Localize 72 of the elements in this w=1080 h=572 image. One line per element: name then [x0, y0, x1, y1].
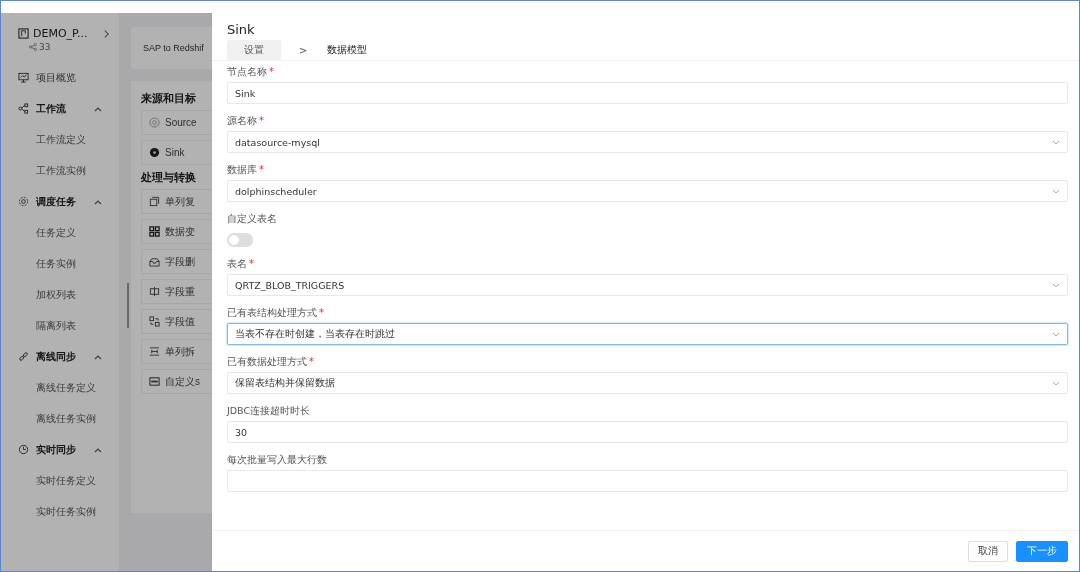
- field-label: 数据库 *: [227, 164, 265, 177]
- caret-icon[interactable]: [94, 353, 102, 360]
- submenu-item[interactable]: 隔离列表: [36, 318, 76, 333]
- link-icon: [18, 351, 29, 362]
- menu-item[interactable]: 调度任务: [36, 194, 76, 209]
- field-label: 自定义表名: [227, 213, 278, 226]
- palette-node[interactable]: 字段值: [141, 309, 212, 334]
- submenu-item[interactable]: 离线任务定义: [36, 380, 96, 395]
- submenu-item[interactable]: 任务实例: [36, 256, 76, 271]
- input-field[interactable]: 30: [227, 421, 1068, 443]
- dropdown-icon: [1052, 139, 1060, 145]
- disc-icon: [149, 147, 160, 158]
- field-label: JDBC连接超时时长: [227, 405, 312, 418]
- project-name[interactable]: DEMO_P...: [33, 27, 88, 40]
- select-field[interactable]: datasource-mysql: [227, 131, 1068, 153]
- tray-icon: [149, 256, 160, 267]
- monitor-icon: [18, 72, 29, 83]
- sql-icon: [149, 376, 160, 387]
- dropdown-icon: [1052, 380, 1060, 386]
- caret-icon[interactable]: [94, 105, 102, 112]
- menu-item[interactable]: 离线同步: [36, 349, 76, 364]
- step-tab[interactable]: 数据模型: [325, 40, 370, 60]
- toggle-switch[interactable]: [227, 233, 253, 247]
- split-icon: [149, 286, 160, 297]
- field-label: 源名称 *: [227, 115, 265, 128]
- copy-icon: [149, 196, 160, 207]
- nodes-icon: [18, 103, 29, 114]
- share-icon: [29, 43, 37, 51]
- submenu-item[interactable]: 实时任务定义: [36, 473, 96, 488]
- section-title: 来源和目标: [141, 91, 197, 106]
- menu-item[interactable]: 工作流: [36, 101, 66, 116]
- submenu-item[interactable]: 加权列表: [36, 287, 76, 302]
- submenu-item[interactable]: 实时任务实例: [36, 504, 96, 519]
- input-field[interactable]: Sink: [227, 82, 1068, 104]
- submenu-item[interactable]: 工作流实例: [36, 163, 86, 178]
- cancel-button[interactable]: 取消: [968, 540, 1008, 562]
- palette-node[interactable]: Source: [141, 110, 212, 135]
- field-label: 已有数据处理方式 *: [227, 356, 315, 369]
- caret-icon[interactable]: [94, 198, 102, 205]
- chevron-right-icon[interactable]: [103, 28, 111, 39]
- menu-item[interactable]: 实时同步: [36, 442, 76, 457]
- submenu-item[interactable]: 任务定义: [36, 225, 76, 240]
- select-field[interactable]: 保留表结构并保留数据: [227, 372, 1068, 394]
- dropdown-icon: [1052, 282, 1060, 288]
- submenu-item[interactable]: 工作流定义: [36, 132, 86, 147]
- caret-icon[interactable]: [94, 446, 102, 453]
- target-icon: [149, 117, 160, 128]
- drawer-title: Sink: [227, 22, 256, 37]
- field-label: 每次批量写入最大行数: [227, 454, 328, 467]
- step-tab[interactable]: 设置: [227, 40, 281, 60]
- dropdown-icon: [1052, 188, 1060, 194]
- swap-icon: [149, 316, 160, 327]
- field-label: 已有表结构处理方式 *: [227, 307, 325, 320]
- select-field[interactable]: QRTZ_BLOB_TRIGGERS: [227, 274, 1068, 296]
- clock-icon: [18, 444, 29, 455]
- field-label: 表名 *: [227, 258, 255, 271]
- select-field[interactable]: dolphinscheduler: [227, 180, 1068, 202]
- project-count: 33: [39, 42, 51, 52]
- palette-node[interactable]: 数据变: [141, 219, 212, 244]
- workflow-title: SAP to Redshif: [143, 43, 204, 53]
- palette-node[interactable]: Sink: [141, 140, 212, 165]
- menu-item[interactable]: 项目概览: [36, 70, 76, 85]
- dropdown-icon: [1052, 331, 1060, 337]
- section-title: 处理与转换: [141, 170, 197, 185]
- project-icon: [18, 28, 29, 39]
- lines-icon: [149, 346, 160, 357]
- grid-icon: [149, 226, 160, 237]
- select-field[interactable]: 当表不存在时创建，当表存在时跳过: [227, 323, 1068, 345]
- submenu-item[interactable]: 离线任务实例: [36, 411, 96, 426]
- settings-icon: [18, 196, 29, 207]
- step-separator: >: [299, 44, 308, 56]
- field-label: 节点名称 *: [227, 66, 275, 79]
